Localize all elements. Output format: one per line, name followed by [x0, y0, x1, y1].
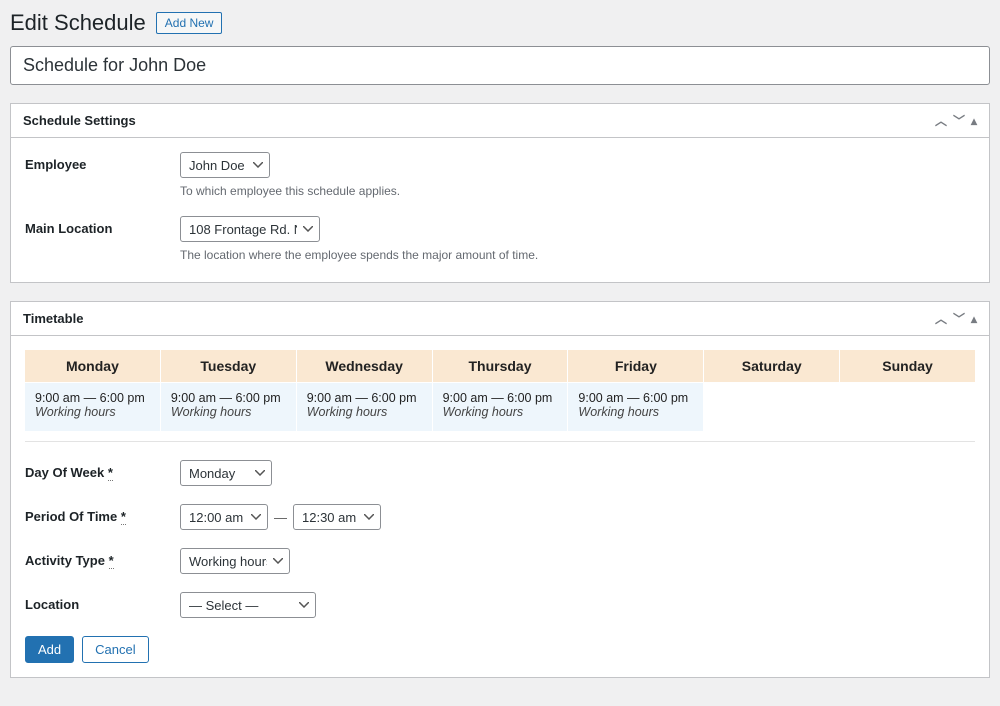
day-cell[interactable]: 9:00 am — 6:00 pm Working hours — [297, 383, 432, 431]
main-location-label: Main Location — [25, 216, 180, 236]
chevron-down-icon[interactable]: ﹀ — [953, 310, 965, 327]
schedule-title-input[interactable] — [10, 46, 990, 85]
triangle-up-icon[interactable]: ▴ — [971, 312, 977, 326]
cancel-button[interactable]: Cancel — [82, 636, 148, 663]
timetable-panel: Timetable ︿ ﹀ ▴ Monday Tuesday Wednesday… — [10, 301, 990, 678]
activity-label: Working hours — [443, 405, 558, 419]
day-cell[interactable]: 9:00 am — 6:00 pm Working hours — [161, 383, 296, 431]
day-header-tuesday: Tuesday — [161, 350, 296, 382]
required-marker: * — [108, 465, 113, 481]
day-cell[interactable]: 9:00 am — 6:00 pm Working hours — [568, 383, 703, 431]
day-of-week-label: Day Of Week * — [25, 460, 180, 480]
day-header-saturday: Saturday — [704, 350, 839, 382]
activity-type-select[interactable]: Working hours — [180, 548, 290, 574]
timetable-grid: Monday Tuesday Wednesday Thursday Friday… — [25, 350, 975, 442]
required-marker: * — [109, 553, 114, 569]
required-marker: * — [121, 509, 126, 525]
time-range: 9:00 am — 6:00 pm — [171, 391, 286, 405]
time-range: 9:00 am — 6:00 pm — [578, 391, 693, 405]
employee-label: Employee — [25, 152, 180, 172]
period-from-select[interactable]: 12:00 am — [180, 504, 268, 530]
chevron-up-icon[interactable]: ︿ — [935, 310, 947, 327]
day-header-sunday: Sunday — [840, 350, 975, 382]
period-separator: — — [274, 510, 287, 525]
schedule-settings-panel: Schedule Settings ︿ ﹀ ▴ Employee John Do… — [10, 103, 990, 283]
activity-label: Working hours — [35, 405, 150, 419]
activity-label: Working hours — [307, 405, 422, 419]
panel-title: Schedule Settings — [23, 113, 136, 128]
chevron-up-icon[interactable]: ︿ — [935, 112, 947, 129]
time-range: 9:00 am — 6:00 pm — [35, 391, 150, 405]
day-header-thursday: Thursday — [433, 350, 568, 382]
day-cell-empty[interactable] — [840, 383, 975, 431]
chevron-down-icon[interactable]: ﹀ — [953, 112, 965, 129]
panel-title: Timetable — [23, 311, 83, 326]
add-new-button[interactable]: Add New — [156, 12, 223, 34]
location-select[interactable]: — Select — — [180, 592, 316, 618]
activity-type-label: Activity Type * — [25, 548, 180, 568]
period-of-time-label: Period Of Time * — [25, 504, 180, 524]
day-header-wednesday: Wednesday — [297, 350, 432, 382]
location-label: Location — [25, 592, 180, 612]
page-title: Edit Schedule — [10, 10, 146, 36]
day-cell[interactable]: 9:00 am — 6:00 pm Working hours — [25, 383, 160, 431]
employee-help: To which employee this schedule applies. — [180, 184, 975, 198]
day-of-week-select[interactable]: Monday — [180, 460, 272, 486]
time-range: 9:00 am — 6:00 pm — [443, 391, 558, 405]
day-cell-empty[interactable] — [704, 383, 839, 431]
period-to-select[interactable]: 12:30 am — [293, 504, 381, 530]
main-location-select[interactable]: 108 Frontage Rd. NY — [180, 216, 320, 242]
main-location-help: The location where the employee spends t… — [180, 248, 975, 262]
activity-label: Working hours — [171, 405, 286, 419]
triangle-up-icon[interactable]: ▴ — [971, 114, 977, 128]
day-header-friday: Friday — [568, 350, 703, 382]
employee-select[interactable]: John Doe — [180, 152, 270, 178]
add-button[interactable]: Add — [25, 636, 74, 663]
time-range: 9:00 am — 6:00 pm — [307, 391, 422, 405]
day-cell[interactable]: 9:00 am — 6:00 pm Working hours — [433, 383, 568, 431]
day-header-monday: Monday — [25, 350, 160, 382]
activity-label: Working hours — [578, 405, 693, 419]
